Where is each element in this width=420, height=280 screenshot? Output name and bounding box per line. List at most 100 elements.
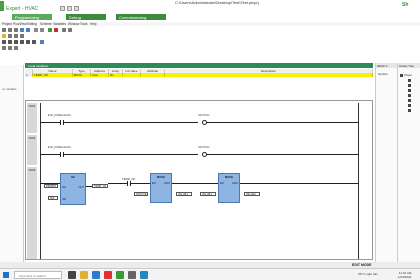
variable-output[interactable]: TEMP_OK bbox=[92, 184, 108, 188]
function-block-move[interactable]: MOVE EN ENO bbox=[218, 173, 240, 203]
menu-variables[interactable]: Variables bbox=[53, 22, 66, 26]
windows-start-icon[interactable] bbox=[3, 272, 9, 278]
wire bbox=[131, 183, 151, 184]
tab-programming[interactable]: Programming bbox=[12, 14, 52, 20]
menu-bar: Project Pou/View Editing Scheme Variable… bbox=[0, 22, 420, 26]
properties-icon[interactable] bbox=[20, 34, 24, 38]
open-file-icon[interactable] bbox=[67, 6, 72, 11]
cell-type[interactable]: BOOL bbox=[73, 73, 91, 77]
menu-tools[interactable]: Tools bbox=[80, 22, 87, 26]
rung-icon[interactable] bbox=[40, 40, 44, 44]
menu-window[interactable]: Window bbox=[68, 22, 79, 26]
menu-scheme[interactable]: Scheme bbox=[40, 22, 52, 26]
contact-nc-icon[interactable] bbox=[8, 40, 12, 44]
wire bbox=[207, 154, 358, 155]
task-view-icon[interactable] bbox=[68, 271, 76, 279]
cell-address[interactable]: Auto bbox=[91, 73, 109, 77]
tree-item[interactable] bbox=[408, 93, 420, 97]
app-name: Expert - HVAC bbox=[6, 6, 39, 12]
menu-pou-view[interactable]: Pou/View bbox=[13, 22, 26, 26]
app-icon[interactable] bbox=[128, 271, 136, 279]
tab-debug[interactable]: Debug bbox=[66, 14, 106, 20]
plc-app-icon[interactable] bbox=[116, 271, 124, 279]
taskbar-search-placeholder: Type here to search bbox=[19, 274, 46, 278]
variable-output[interactable]: VALUE1 bbox=[176, 192, 192, 196]
variable-output[interactable]: VALUE2 bbox=[244, 192, 260, 196]
tab-debug-label: Debug bbox=[69, 15, 81, 20]
jump-icon[interactable] bbox=[32, 40, 36, 44]
project-panel: oc variable bbox=[0, 65, 24, 275]
contact-label: Enb_FGSEnAct10 bbox=[48, 113, 71, 117]
coil-label: SICTIGN bbox=[198, 145, 210, 149]
stop-icon[interactable] bbox=[54, 28, 58, 32]
copy-icon[interactable] bbox=[8, 28, 12, 32]
new-file-icon[interactable] bbox=[60, 6, 65, 11]
pin-out: OUT bbox=[78, 186, 84, 189]
function-block-ge[interactable]: GE IN1 IN2 OUT bbox=[60, 173, 86, 205]
ladder-editor[interactable]: 0001 0002 0003 Enb_FGSEnAct10 SICTIGN En… bbox=[25, 100, 373, 260]
cell-description[interactable] bbox=[165, 73, 373, 77]
tree-item[interactable] bbox=[408, 108, 420, 112]
paste-icon[interactable] bbox=[14, 28, 18, 32]
align-center-icon[interactable] bbox=[8, 46, 12, 50]
weather-widget[interactable]: 29°C Light rain bbox=[358, 272, 378, 276]
folder-icon[interactable] bbox=[2, 34, 6, 38]
pin-in2: IN2 bbox=[62, 198, 67, 201]
tree-item[interactable]: Projec bbox=[400, 73, 412, 77]
brand-logo: Sh bbox=[402, 2, 409, 8]
variables-table: Name Type Address Array Init value Attri… bbox=[25, 69, 373, 79]
variables-header-title: Local variables bbox=[28, 63, 49, 68]
app-icon[interactable] bbox=[140, 271, 148, 279]
tab-commissioning[interactable]: Commissioning bbox=[116, 14, 166, 20]
cell-name[interactable]: TEMP_OK bbox=[33, 73, 73, 77]
redo-icon[interactable] bbox=[26, 28, 30, 32]
clock[interactable]: 11:01 AM 1/24/2024 bbox=[398, 271, 411, 279]
app-icon[interactable] bbox=[104, 271, 112, 279]
tree-item[interactable] bbox=[408, 88, 420, 92]
coil-icon[interactable] bbox=[14, 40, 18, 44]
tree-item[interactable] bbox=[408, 103, 420, 107]
cell-array[interactable]: No bbox=[109, 73, 123, 77]
grid-icon[interactable] bbox=[8, 34, 12, 38]
cut-icon[interactable] bbox=[2, 28, 6, 32]
replace-icon[interactable] bbox=[40, 28, 44, 32]
taskbar-search[interactable]: Type here to search bbox=[14, 271, 62, 279]
zoom-in-icon[interactable] bbox=[62, 28, 66, 32]
toolbar-row-4 bbox=[0, 46, 420, 51]
wire bbox=[64, 154, 198, 155]
edge-icon[interactable] bbox=[92, 271, 100, 279]
list-icon[interactable] bbox=[14, 34, 18, 38]
menu-editing[interactable]: Editing bbox=[27, 22, 37, 26]
compile-icon[interactable] bbox=[48, 28, 52, 32]
save-icon[interactable] bbox=[74, 6, 79, 11]
align-left-icon[interactable] bbox=[2, 46, 6, 50]
variable-input[interactable]: SPVOTE bbox=[134, 192, 148, 196]
zoom-out-icon[interactable] bbox=[68, 28, 72, 32]
variable-input[interactable]: PRNSP1 bbox=[44, 184, 58, 188]
cell-init-value[interactable] bbox=[123, 73, 141, 77]
variable-input[interactable]: VALUE1 bbox=[200, 192, 216, 196]
menu-help[interactable]: Help bbox=[90, 22, 97, 26]
undo-icon[interactable] bbox=[20, 28, 24, 32]
wire bbox=[40, 122, 60, 123]
tree-item[interactable] bbox=[408, 98, 420, 102]
taskbar: Type here to search 29°C Light rain 11:0… bbox=[0, 268, 420, 280]
contact-label: Enb_FGSEnAct10 bbox=[48, 145, 71, 149]
wire bbox=[240, 183, 358, 184]
block-icon[interactable] bbox=[20, 40, 24, 44]
menu-project[interactable]: Project bbox=[2, 22, 12, 26]
watch-panel: Watch X Symbol bbox=[375, 63, 397, 270]
wire bbox=[207, 122, 358, 123]
find-icon[interactable] bbox=[34, 28, 38, 32]
tree-item[interactable] bbox=[408, 83, 420, 87]
branch-icon[interactable] bbox=[26, 40, 30, 44]
variable-input[interactable]: 500 bbox=[48, 196, 58, 200]
tree-item[interactable] bbox=[408, 78, 420, 82]
file-explorer-icon[interactable] bbox=[80, 271, 88, 279]
cell-attribute[interactable] bbox=[141, 73, 165, 77]
function-block-move[interactable]: MOVE EN ENO bbox=[150, 173, 172, 203]
contact-no-icon[interactable] bbox=[2, 40, 6, 44]
wire bbox=[64, 122, 198, 123]
align-right-icon[interactable] bbox=[14, 46, 18, 50]
row-index: 1 bbox=[25, 73, 33, 77]
